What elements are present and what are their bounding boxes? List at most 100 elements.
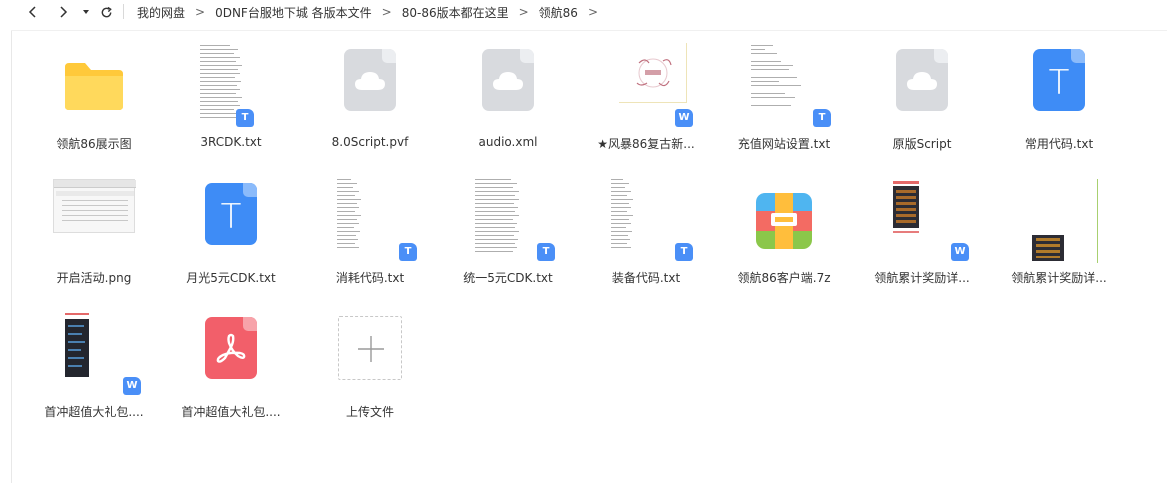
file-thumb xyxy=(439,37,577,133)
file-tile[interactable]: audio.xml xyxy=(439,31,577,157)
sidebar-divider xyxy=(11,31,12,483)
file-name: 常用代码.txt xyxy=(1024,137,1094,151)
top-bar: 我的网盘 > 0DNF台服地下城 各版本文件 > 80-86版本都在这里 > 领… xyxy=(0,0,1167,24)
text-preview xyxy=(751,43,805,125)
file-tile[interactable]: 领航86客户端.7z xyxy=(715,165,853,291)
document-preview xyxy=(619,43,687,103)
floral-logo-icon xyxy=(636,58,672,88)
txt-file-icon: T xyxy=(205,183,257,245)
plus-icon xyxy=(358,336,384,362)
breadcrumb-item-80-86[interactable]: 80-86版本都在这里 xyxy=(402,4,509,21)
back-button[interactable] xyxy=(24,2,42,22)
breadcrumb-item-current[interactable]: 领航86 xyxy=(539,4,578,21)
file-tile[interactable]: T 充值网站设置.txt xyxy=(715,31,853,157)
file-tile[interactable]: T 装备代码.txt xyxy=(577,165,715,291)
file-name: 首冲超值大礼包.... xyxy=(44,405,144,419)
doc-badge-icon: W xyxy=(675,109,693,127)
archive-icon xyxy=(756,193,812,249)
file-tile[interactable]: T 常用代码.txt xyxy=(990,31,1128,157)
breadcrumb: 我的网盘 > 0DNF台服地下城 各版本文件 > 80-86版本都在这里 > 领… xyxy=(137,0,608,24)
upload-button[interactable] xyxy=(338,316,402,380)
file-tile[interactable]: T 统一5元CDK.txt xyxy=(439,165,577,291)
txt-badge-icon: T xyxy=(399,243,417,261)
txt-badge-icon: T xyxy=(813,109,831,127)
file-tile[interactable]: 领航86展示图 xyxy=(25,31,163,157)
file-thumb xyxy=(990,171,1128,267)
file-tile[interactable]: 8.0Script.pvf xyxy=(301,31,439,157)
breadcrumb-separator-icon: > xyxy=(195,5,206,19)
file-name: 充值网站设置.txt xyxy=(737,137,831,151)
unknown-file-icon xyxy=(482,49,534,111)
breadcrumb-separator-icon: > xyxy=(518,5,529,19)
breadcrumb-separator-icon: > xyxy=(381,5,392,19)
file-tile[interactable]: W ★风暴86复古新... xyxy=(577,31,715,157)
file-thumb xyxy=(853,37,991,133)
txt-badge-icon: T xyxy=(537,243,555,261)
file-name: 统一5元CDK.txt xyxy=(463,271,553,285)
file-tile[interactable]: T 月光5元CDK.txt xyxy=(162,165,300,291)
file-thumb xyxy=(25,37,163,133)
file-tile[interactable]: 首冲超值大礼包.... xyxy=(162,299,300,425)
chevron-right-icon xyxy=(60,6,68,18)
history-dropdown-button[interactable] xyxy=(80,2,92,22)
file-tile[interactable]: 原版Script xyxy=(853,31,991,157)
file-name: 领航累计奖励详... xyxy=(874,271,970,285)
cloud-icon xyxy=(493,72,523,90)
pdf-file-icon xyxy=(205,317,257,379)
file-tile[interactable]: T 消耗代码.txt xyxy=(301,165,439,291)
file-name: 8.0Script.pvf xyxy=(331,135,409,149)
file-name: 上传文件 xyxy=(345,405,394,419)
file-name: ★风暴86复古新... xyxy=(597,137,695,151)
file-name: 领航86客户端.7z xyxy=(737,271,831,285)
document-preview xyxy=(891,179,961,241)
folder-icon xyxy=(65,63,123,110)
txt-badge-icon: T xyxy=(675,243,693,261)
chevron-left-icon xyxy=(28,6,36,18)
forward-button[interactable] xyxy=(54,2,72,22)
file-name: 原版Script xyxy=(892,137,952,151)
file-name: 领航累计奖励详... xyxy=(1011,271,1107,285)
file-thumb xyxy=(301,37,439,133)
cloud-icon xyxy=(355,72,385,90)
refresh-button[interactable] xyxy=(98,2,114,22)
file-name: 首冲超值大礼包.... xyxy=(181,405,281,419)
file-tile[interactable]: 领航累计奖励详... xyxy=(990,165,1128,291)
file-tile[interactable]: W 领航累计奖励详... xyxy=(853,165,991,291)
breadcrumb-item-dnf[interactable]: 0DNF台服地下城 各版本文件 xyxy=(215,4,372,21)
file-name: 开启活动.png xyxy=(56,271,132,285)
file-thumb: T xyxy=(162,37,300,133)
file-thumb: T xyxy=(715,37,853,133)
file-name: 装备代码.txt xyxy=(611,271,681,285)
file-thumb xyxy=(301,305,439,401)
file-tile[interactable]: W 首冲超值大礼包.... xyxy=(25,299,163,425)
upload-tile[interactable]: 上传文件 xyxy=(301,299,439,425)
image-preview xyxy=(1010,179,1098,263)
text-preview xyxy=(475,177,521,259)
text-preview xyxy=(611,177,657,259)
file-thumb: T xyxy=(990,37,1128,133)
file-tile[interactable]: 开启活动.png xyxy=(25,165,163,291)
document-preview xyxy=(63,311,123,381)
file-thumb xyxy=(715,171,853,267)
caret-down-icon xyxy=(83,10,89,14)
txt-badge-icon: T xyxy=(236,109,254,127)
file-thumb: T xyxy=(162,171,300,267)
image-preview xyxy=(53,179,136,233)
file-thumb: W xyxy=(25,305,163,401)
cloud-icon xyxy=(907,72,937,90)
file-name: 3RCDK.txt xyxy=(200,135,262,149)
txt-file-icon: T xyxy=(1033,49,1085,111)
unknown-file-icon xyxy=(896,49,948,111)
file-thumb: T xyxy=(301,171,439,267)
doc-badge-icon: W xyxy=(951,243,969,261)
acrobat-icon xyxy=(216,333,246,363)
breadcrumb-item-root[interactable]: 我的网盘 xyxy=(137,4,185,21)
file-tile[interactable]: T 3RCDK.txt xyxy=(162,31,300,157)
text-preview xyxy=(337,177,383,259)
file-name: 月光5元CDK.txt xyxy=(186,271,276,285)
breadcrumb-separator-icon: > xyxy=(587,5,598,19)
file-thumb xyxy=(25,171,163,267)
refresh-icon xyxy=(101,6,112,17)
file-name: 消耗代码.txt xyxy=(335,271,405,285)
file-name: 领航86展示图 xyxy=(56,137,132,151)
